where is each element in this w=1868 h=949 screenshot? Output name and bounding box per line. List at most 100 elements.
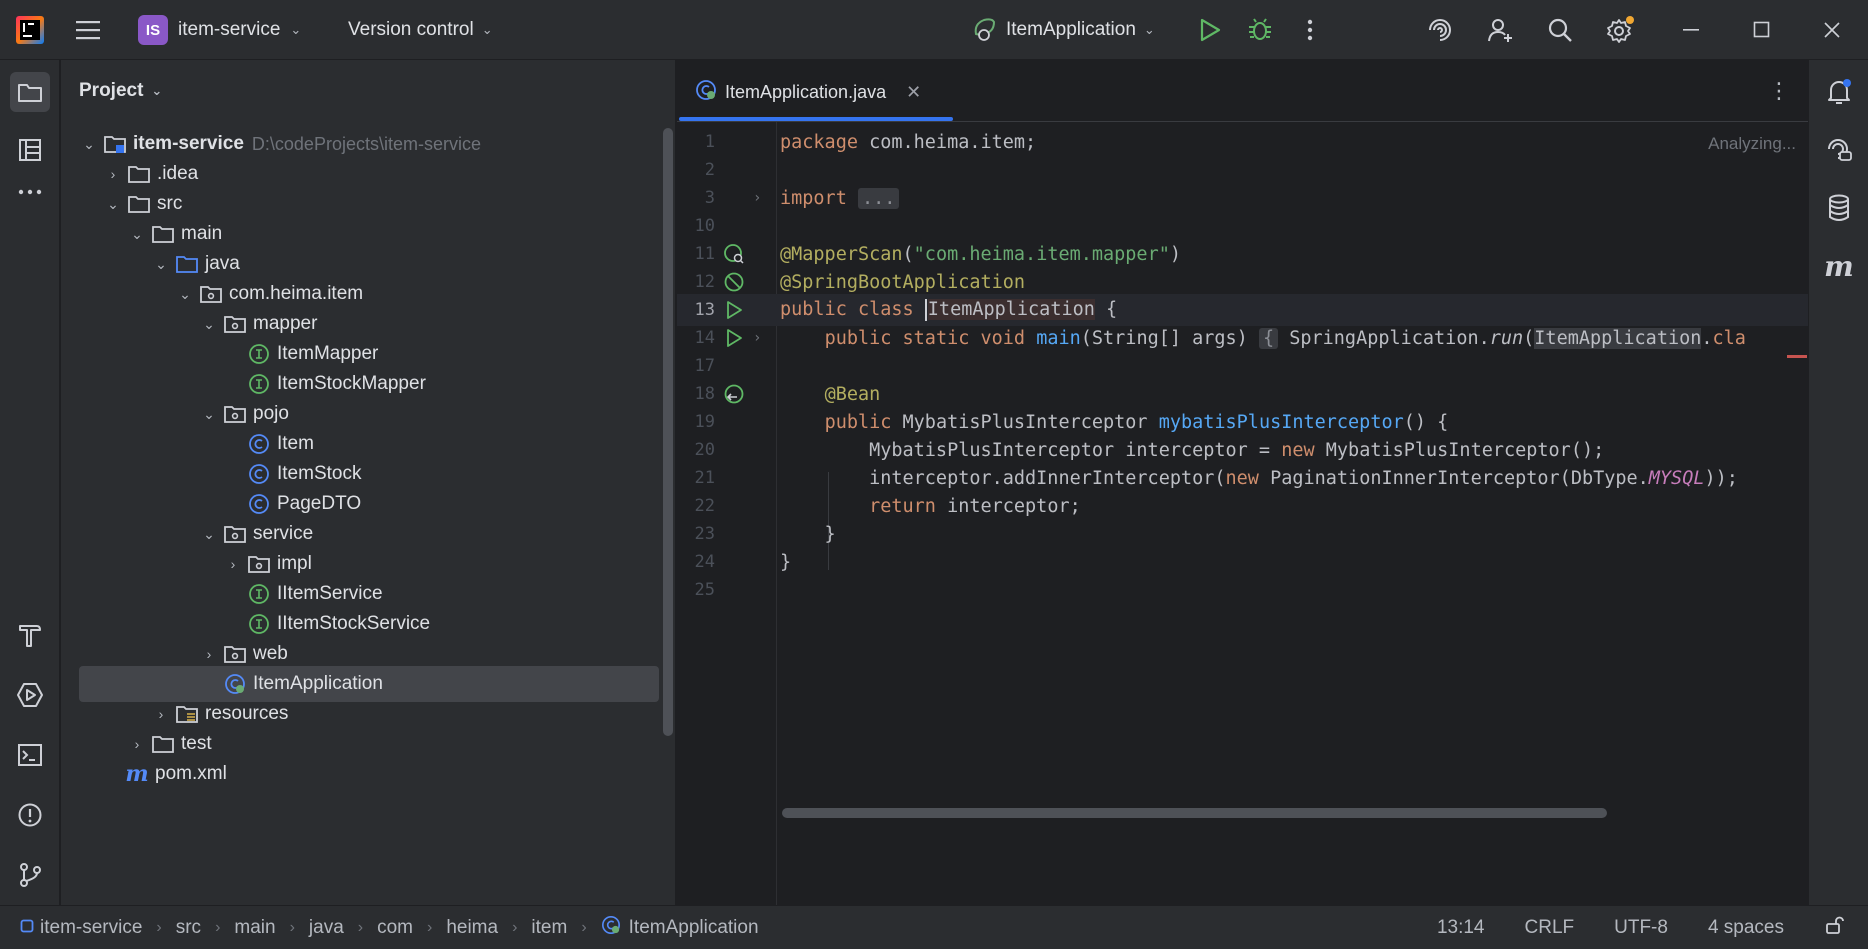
tree-label: IItemStockService — [277, 613, 431, 634]
interface-icon — [245, 610, 273, 638]
line-number: 24 — [694, 552, 715, 572]
breadcrumb-item[interactable]: item-service — [40, 917, 142, 939]
breadcrumb-item[interactable]: src — [176, 917, 201, 939]
chevron-down-icon[interactable]: ⌄ — [101, 196, 125, 213]
spring-bean-gutter-icon[interactable] — [721, 269, 747, 295]
read-only-lock-icon[interactable] — [1824, 915, 1844, 941]
editor-horizontal-scrollbar[interactable] — [782, 808, 1607, 818]
ai-chat-icon[interactable] — [1819, 130, 1859, 170]
tree-label: IItemService — [277, 583, 383, 604]
services-run-icon[interactable] — [10, 675, 50, 715]
main-menu-icon[interactable] — [74, 16, 102, 44]
maximize-icon[interactable] — [1747, 15, 1777, 45]
project-tool-window: Project ⌄ ⌄ item-service D:\codeProjects… — [61, 60, 676, 905]
error-stripe-marker[interactable] — [1787, 355, 1807, 358]
database-icon[interactable] — [1819, 188, 1859, 228]
code-text: return interceptor; — [869, 495, 1081, 517]
close-window-icon[interactable] — [1817, 15, 1847, 45]
fold-expand-icon[interactable]: › — [753, 190, 761, 206]
chevron-right-icon[interactable]: › — [101, 166, 125, 182]
build-hammer-icon[interactable] — [10, 615, 50, 655]
breadcrumb-item[interactable]: heima — [446, 917, 498, 939]
chevron-right-icon: › — [289, 919, 295, 936]
run-configuration-selector[interactable]: ItemApplication ⌄ — [970, 12, 1155, 48]
add-user-icon[interactable] — [1485, 15, 1515, 45]
breadcrumb-item[interactable]: item — [531, 917, 567, 939]
chevron-right-icon[interactable]: › — [149, 706, 173, 722]
chevron-down-icon[interactable]: ⌄ — [197, 526, 221, 543]
chevron-down-icon[interactable]: ⌄ — [149, 256, 173, 273]
chevron-right-icon[interactable]: › — [221, 556, 245, 572]
run-gutter-icon[interactable] — [721, 325, 747, 351]
more-actions-icon[interactable] — [1295, 15, 1325, 45]
left-tool-window-bar — [0, 60, 60, 905]
fold-expand-icon[interactable]: › — [753, 330, 761, 346]
resources-folder-icon — [173, 700, 201, 728]
code-text: public MybatisPlusInterceptor mybatisPlu… — [824, 411, 1449, 433]
run-icon[interactable] — [1195, 15, 1225, 45]
close-tab-icon[interactable]: ✕ — [906, 82, 921, 103]
tree-label: src — [157, 193, 183, 214]
tree-label: pojo — [253, 403, 289, 424]
debug-icon[interactable] — [1245, 15, 1275, 45]
chevron-down-icon[interactable]: ⌄ — [197, 406, 221, 423]
minimize-icon[interactable] — [1677, 15, 1707, 45]
tree-label: impl — [277, 553, 312, 574]
text-caret — [924, 299, 927, 321]
tab-actions-icon[interactable]: ⋮ — [1768, 78, 1790, 104]
maven-icon[interactable]: m — [1819, 246, 1859, 286]
breadcrumb: item-service › src › main › java › com ›… — [20, 906, 759, 949]
code-text: } — [780, 551, 792, 573]
version-control-widget[interactable]: Version control ⌄ — [348, 12, 493, 48]
project-tree-scrollbar[interactable] — [663, 128, 673, 736]
terminal-icon[interactable] — [10, 735, 50, 775]
intellij-logo-icon[interactable] — [16, 16, 44, 44]
package-icon — [221, 640, 249, 668]
run-config-name: ItemApplication — [1006, 19, 1136, 40]
chevron-down-icon[interactable]: ⌄ — [77, 136, 101, 153]
run-gutter-icon[interactable] — [721, 297, 747, 323]
spring-boot-class-icon — [221, 670, 249, 698]
chevron-down-icon[interactable]: ⌄ — [125, 226, 149, 243]
file-encoding[interactable]: UTF-8 — [1614, 917, 1668, 939]
more-tool-windows-icon[interactable] — [10, 172, 50, 212]
tree-label: java — [205, 253, 240, 274]
settings-gear-icon[interactable] — [1605, 15, 1635, 45]
breadcrumb-item[interactable]: com — [377, 917, 413, 939]
notifications-bell-icon[interactable] — [1819, 72, 1859, 112]
breadcrumb-item[interactable]: ItemApplication — [629, 917, 759, 939]
line-separator[interactable]: CRLF — [1525, 917, 1575, 939]
mybatis-scan-gutter-icon[interactable] — [721, 241, 747, 267]
line-number: 25 — [694, 580, 715, 600]
tab-itemapplication-java[interactable]: ItemApplication.java ✕ — [695, 74, 921, 110]
git-branch-icon[interactable] — [10, 855, 50, 895]
structure-icon[interactable] — [10, 130, 50, 170]
spring-boot-class-icon — [695, 79, 717, 106]
class-icon — [245, 460, 273, 488]
indent-setting[interactable]: 4 spaces — [1708, 917, 1784, 939]
tree-label: resources — [205, 703, 289, 724]
chevron-right-icon[interactable]: › — [197, 646, 221, 662]
caret-position[interactable]: 13:14 — [1437, 917, 1485, 939]
chevron-right-icon[interactable]: › — [125, 736, 149, 752]
project-widget[interactable]: IS item-service ⌄ — [138, 12, 301, 48]
tree-node-pom-xml[interactable]: m pom.xml — [61, 756, 666, 792]
code-area[interactable]: Analyzing... 1 package com.heima.item; 2… — [677, 122, 1808, 905]
folder-icon — [125, 190, 153, 218]
code-text: @MapperScan("com.heima.item.mapper") — [780, 243, 1181, 265]
problems-icon[interactable] — [10, 795, 50, 835]
ai-assistant-icon[interactable] — [1425, 15, 1455, 45]
breadcrumb-item[interactable]: java — [309, 917, 344, 939]
chevron-down-icon: ⌄ — [1143, 22, 1155, 37]
line-number: 10 — [694, 216, 715, 236]
breadcrumb-item[interactable]: main — [234, 917, 275, 939]
project-folder-icon[interactable] — [10, 72, 50, 112]
bean-navigation-gutter-icon[interactable] — [721, 381, 747, 407]
chevron-down-icon[interactable]: ⌄ — [197, 316, 221, 333]
project-badge: IS — [138, 15, 168, 45]
chevron-down-icon[interactable]: ⌄ — [173, 286, 197, 303]
status-bar: item-service › src › main › java › com ›… — [0, 905, 1868, 949]
project-view-selector[interactable]: Project ⌄ — [79, 80, 162, 102]
search-icon[interactable] — [1545, 15, 1575, 45]
spring-boot-class-icon — [601, 915, 621, 941]
